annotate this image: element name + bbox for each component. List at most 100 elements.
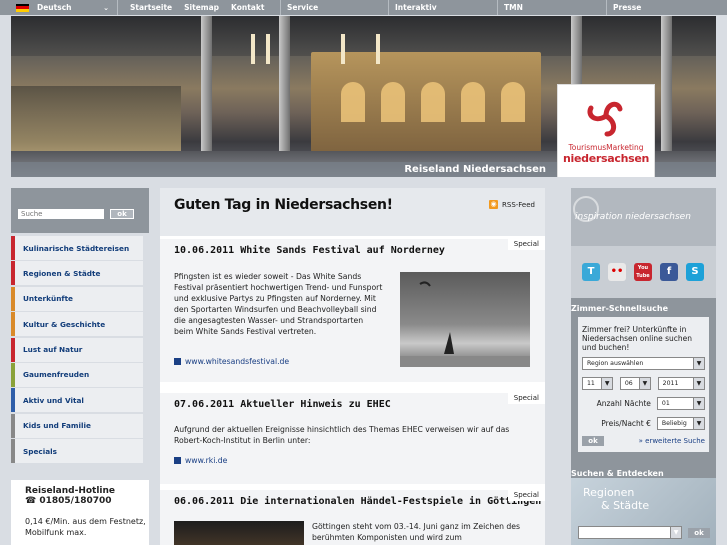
- article-text: Göttingen steht vom 03.-14. Juni ganz im…: [312, 522, 521, 542]
- chevron-down-icon: ▼: [670, 527, 681, 538]
- search-ok-button[interactable]: ok: [110, 209, 134, 219]
- menu-item-gaumenfreuden[interactable]: Gaumenfreuden: [11, 362, 143, 387]
- naechte-label: Anzahl Nächte: [596, 399, 651, 408]
- regionen-staedte-teaser[interactable]: Regionen & Städte Region auswählen ▼ ok: [571, 478, 716, 545]
- hero-arch: [501, 82, 525, 122]
- article-title[interactable]: 07.06.2011 Aktueller Hinweis zu EHEC: [160, 393, 545, 410]
- chevron-down-icon: ▼: [601, 378, 613, 389]
- naechte-value: 01: [661, 400, 670, 407]
- menu-item-label: Specials: [23, 446, 58, 456]
- menu-item-kulinarische-staedtereisen[interactable]: Kulinarische Städtereisen: [11, 236, 143, 260]
- menu-item-specials[interactable]: Specials: [11, 439, 143, 464]
- swirl-icon: [573, 196, 599, 222]
- menu-item-label: Unterkünfte: [23, 294, 74, 304]
- search-box: ok: [11, 188, 149, 233]
- region-select-2[interactable]: Region auswählen ▼: [578, 526, 682, 539]
- menu-item-label: Gaumenfreuden: [23, 370, 90, 380]
- hotline-phone[interactable]: ☎ 01805/180700: [25, 496, 149, 506]
- zimmer-heading: Zimmer-Schnellsuche: [571, 304, 669, 313]
- news-article: Special 10.06.2011 White Sands Festival …: [160, 239, 545, 382]
- erweiterte-suche-link[interactable]: » erweiterte Suche: [639, 437, 705, 446]
- hero-arch: [341, 82, 365, 122]
- language-label: Deutsch: [37, 3, 72, 12]
- nav-section-label: Presse: [613, 3, 642, 12]
- region-ok-button[interactable]: ok: [688, 527, 710, 538]
- preis-value: Beliebig: [661, 420, 687, 427]
- hero-lamp: [251, 34, 255, 64]
- preis-label: Preis/Nacht €: [601, 419, 651, 428]
- language-selector[interactable]: Deutsch ⌄: [0, 0, 118, 15]
- chevron-down-icon: ⌄: [103, 3, 109, 12]
- nav-link-sitemap[interactable]: Sitemap: [178, 3, 225, 12]
- page-title: Guten Tag in Niedersachsen!: [174, 197, 393, 213]
- region-select[interactable]: Region auswählen ▼: [582, 357, 705, 370]
- year-select[interactable]: 2011 ▼: [657, 377, 705, 390]
- hero-column: [279, 16, 290, 166]
- menu-item-regionen-staedte[interactable]: Regionen & Städte: [11, 261, 143, 286]
- search-input[interactable]: [18, 209, 104, 219]
- right-sidebar: inspiration niedersachsen T •• You Tube …: [571, 188, 716, 545]
- chevron-down-icon: ▼: [693, 358, 704, 369]
- special-badge: Special: [507, 393, 545, 404]
- article-image-windsurfer[interactable]: [400, 272, 530, 367]
- month-select[interactable]: 06 ▼: [619, 377, 651, 390]
- external-link-icon: [174, 457, 181, 464]
- facebook-icon[interactable]: f: [660, 263, 678, 281]
- rss-feed-link[interactable]: ◉ RSS-Feed: [489, 200, 535, 209]
- article-title[interactable]: 10.06.2011 White Sands Festival auf Nord…: [160, 239, 545, 256]
- hotline-box: Reiseland-Hotline ☎ 01805/180700 0,14 €/…: [11, 480, 149, 545]
- hero-lamp: [376, 34, 380, 64]
- special-badge: Special: [507, 490, 545, 501]
- youtube-icon[interactable]: You Tube: [634, 263, 652, 281]
- nav-section-label: Interaktiv: [395, 3, 437, 12]
- tmn-logo[interactable]: TourismusMarketing niedersachsen: [557, 84, 655, 177]
- article-image-handel[interactable]: [174, 521, 304, 545]
- hero-column: [661, 16, 672, 166]
- nav-link-startseite[interactable]: Startseite: [118, 3, 178, 12]
- article-link[interactable]: www.rki.de: [160, 456, 227, 465]
- chevron-down-icon: ▼: [692, 378, 704, 389]
- nav-section-interaktiv[interactable]: Interaktiv: [388, 0, 497, 15]
- article-link[interactable]: www.whitesandsfestival.de: [160, 357, 289, 366]
- windsurfer-illustration: [400, 281, 530, 367]
- nav-section-label: TMN: [504, 3, 523, 12]
- inspiration-banner[interactable]: inspiration niedersachsen: [571, 188, 716, 246]
- zimmer-schnellsuche-form: Zimmer frei? Unterkünfte in Niedersachse…: [578, 317, 709, 452]
- hotline-title: Reiseland-Hotline: [25, 486, 116, 496]
- month-value: 06: [624, 380, 633, 387]
- article-title[interactable]: 06.06.2011 Die internationalen Händel-Fe…: [160, 490, 545, 507]
- regionen-line-2: & Städte: [601, 499, 650, 512]
- nav-section-presse[interactable]: Presse: [606, 0, 727, 15]
- hero-column: [201, 16, 212, 166]
- main-content: Guten Tag in Niedersachsen! ◉ RSS-Feed S…: [160, 188, 545, 545]
- day-select[interactable]: 11 ▼: [582, 377, 614, 390]
- naechte-select[interactable]: 01 ▼: [656, 397, 705, 410]
- menu-item-kids-und-familie[interactable]: Kids und Familie: [11, 413, 143, 438]
- hero-arch: [421, 82, 445, 122]
- flickr-icon[interactable]: ••: [608, 263, 626, 281]
- zimmer-ok-button[interactable]: ok: [582, 436, 604, 446]
- category-menu: Kulinarische Städtereisen Regionen & Stä…: [11, 236, 149, 464]
- nav-section-service[interactable]: Service: [280, 0, 388, 15]
- menu-item-unterkuenfte[interactable]: Unterkünfte: [11, 286, 143, 311]
- hero-arch: [381, 82, 405, 122]
- year-value: 2011: [662, 380, 679, 387]
- logo-line-1: TourismusMarketing: [568, 143, 644, 152]
- twitter-icon[interactable]: T: [582, 263, 600, 281]
- skype-icon[interactable]: S: [686, 263, 704, 281]
- hero-arch: [461, 82, 485, 122]
- article-link-text: www.rki.de: [185, 456, 228, 465]
- nav-link-kontakt[interactable]: Kontakt: [225, 3, 270, 12]
- menu-item-aktiv-und-vital[interactable]: Aktiv und Vital: [11, 388, 143, 413]
- preis-select[interactable]: Beliebig ▼: [656, 417, 705, 430]
- chevron-down-icon: ▼: [638, 378, 650, 389]
- chevron-down-icon: ▼: [693, 418, 704, 429]
- nav-section-tmn[interactable]: TMN: [497, 0, 606, 15]
- news-article: Special 06.06.2011 Die internationalen H…: [160, 490, 545, 545]
- hotline-note: 0,14 €/Min. aus dem Festnetz, Mobilfunk …: [25, 517, 146, 537]
- menu-item-lust-auf-natur[interactable]: Lust auf Natur: [11, 337, 143, 362]
- menu-item-label: Kultur & Geschichte: [23, 319, 106, 329]
- hero-ceiling: [11, 16, 716, 56]
- left-sidebar: ok Kulinarische Städtereisen Regionen & …: [11, 188, 149, 545]
- menu-item-kultur-geschichte[interactable]: Kultur & Geschichte: [11, 312, 143, 337]
